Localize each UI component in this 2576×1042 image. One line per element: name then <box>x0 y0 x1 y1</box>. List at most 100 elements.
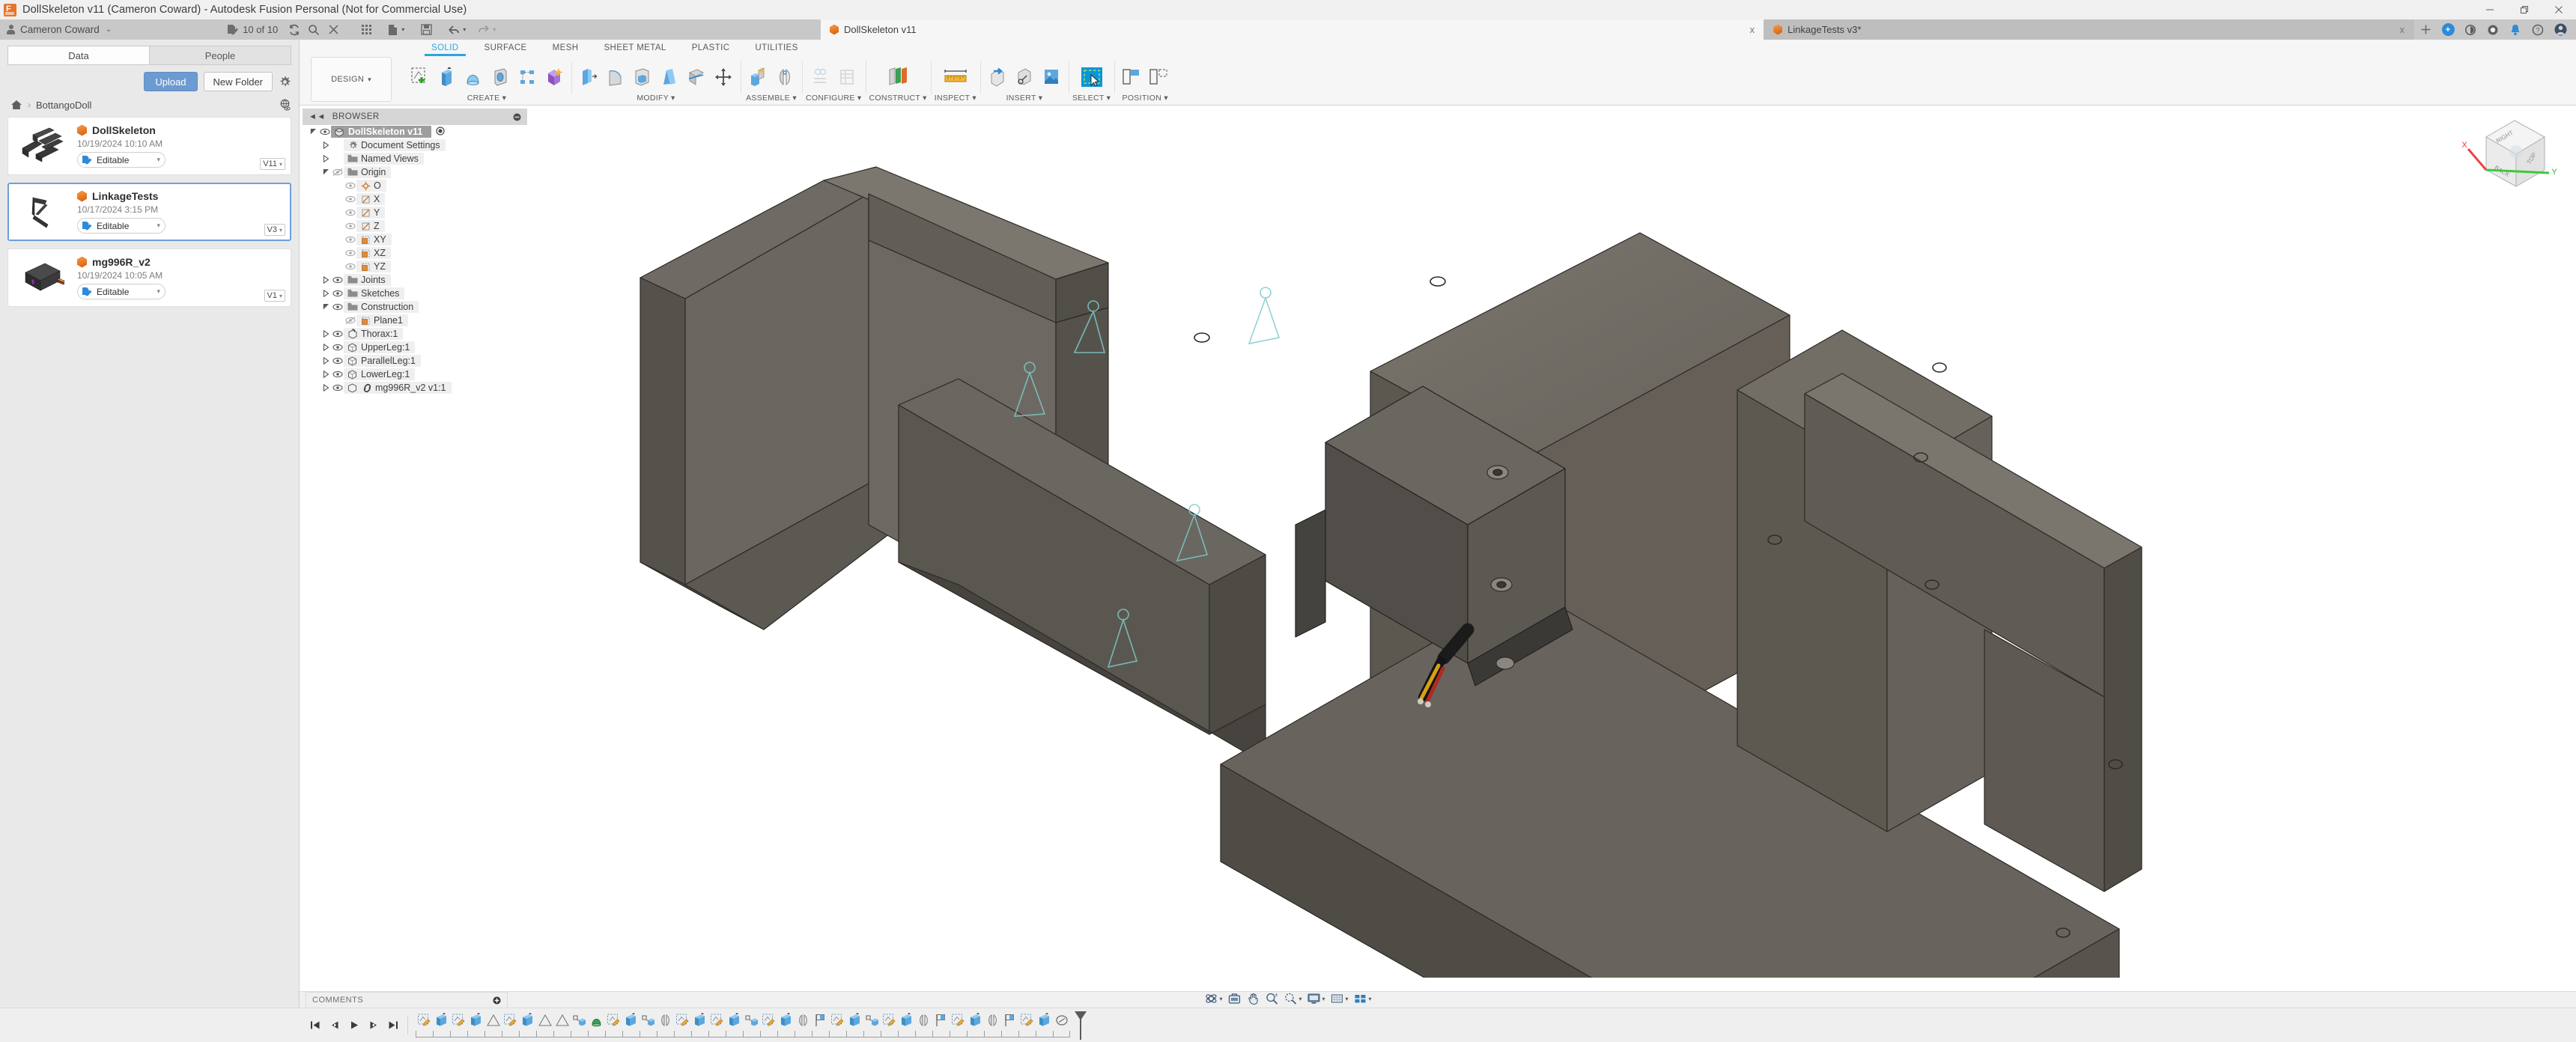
status-badge[interactable]: Editable ▾ <box>77 218 165 234</box>
list-item[interactable]: DollSkeleton 10/19/2024 10:10 AM Editabl… <box>7 117 291 175</box>
timeline-feature-9[interactable] <box>571 1011 588 1030</box>
press-pull-icon[interactable] <box>577 62 601 92</box>
expand-triangle-icon[interactable] <box>321 155 331 162</box>
timeline-feature-4[interactable] <box>484 1011 502 1030</box>
expand-triangle-icon[interactable] <box>321 371 331 378</box>
timeline-track[interactable] <box>416 1008 1087 1042</box>
timeline-feature-5[interactable] <box>502 1011 519 1030</box>
configuration-table-icon[interactable] <box>835 62 859 92</box>
timeline-feature-27[interactable] <box>881 1011 898 1030</box>
document-tab-close-icon[interactable]: x <box>2370 24 2405 35</box>
timeline-feature-12[interactable] <box>622 1011 640 1030</box>
timeline-feature-8[interactable] <box>553 1011 571 1030</box>
fit-icon[interactable]: ▾ <box>1281 990 1304 1007</box>
position-copy-icon[interactable] <box>1146 62 1170 92</box>
save-icon[interactable] <box>416 19 436 40</box>
timeline-feature-17[interactable] <box>708 1011 726 1030</box>
tree-node-joints[interactable]: Joints <box>303 273 527 287</box>
timeline-feature-24[interactable] <box>829 1011 846 1030</box>
visibility-eye-icon[interactable] <box>344 181 356 190</box>
tree-node-thorax-1[interactable]: Thorax:1 <box>303 327 527 341</box>
timeline-feature-7[interactable] <box>536 1011 553 1030</box>
orbit-icon[interactable]: ▾ <box>1202 990 1224 1007</box>
align-icon[interactable] <box>1120 62 1143 92</box>
restore-button[interactable] <box>2507 0 2542 19</box>
visibility-eye-icon[interactable] <box>344 208 356 217</box>
tree-node-x[interactable]: X <box>303 192 527 206</box>
refresh-icon[interactable] <box>285 19 304 40</box>
model-3d-view[interactable] <box>300 106 2576 978</box>
tree-node-plane1[interactable]: Plane1 <box>303 314 527 327</box>
avatar[interactable] <box>2549 19 2572 40</box>
timeline-feature-29[interactable] <box>915 1011 932 1030</box>
ribbon-tab-plastic[interactable]: PLASTIC <box>689 40 733 56</box>
list-item[interactable]: mg996R_v2 10/19/2024 10:05 AM Editable ▾ <box>7 249 291 307</box>
extensions-icon[interactable]: + <box>2437 19 2459 40</box>
tree-node-dollskeleton-v11[interactable]: DollSkeleton v11 <box>303 125 527 138</box>
list-item[interactable]: LinkageTests 10/17/2024 3:15 PM Editable… <box>7 183 291 241</box>
chevron-down-icon[interactable]: ▾ <box>1322 996 1325 1002</box>
play-icon[interactable] <box>347 1017 361 1034</box>
visibility-eye-icon[interactable] <box>331 168 344 177</box>
timeline-feature-15[interactable] <box>674 1011 691 1030</box>
jobs-status-button[interactable]: 10 of 10 <box>224 19 285 40</box>
timeline-feature-25[interactable] <box>846 1011 863 1030</box>
breadcrumb-folder[interactable]: BottangoDoll <box>36 100 91 111</box>
upload-button[interactable]: Upload <box>144 72 198 91</box>
new-sketch-icon[interactable] <box>407 62 431 92</box>
measure-icon[interactable] <box>939 62 972 92</box>
create-form-icon[interactable] <box>542 62 566 92</box>
collapse-left-icon[interactable]: ◄◄ <box>309 112 326 121</box>
account-menu[interactable]: Cameron Coward ⌄ <box>0 19 112 40</box>
visibility-eye-icon[interactable] <box>331 383 344 392</box>
redo-icon[interactable]: ▾ <box>475 19 499 40</box>
comments-panel-toggle[interactable]: COMMENTS <box>306 992 508 1008</box>
ribbon-tab-solid[interactable]: SOLID <box>425 40 465 56</box>
timeline-feature-35[interactable] <box>1018 1011 1036 1030</box>
timeline-feature-22[interactable] <box>795 1011 812 1030</box>
move-copy-icon[interactable] <box>711 62 735 92</box>
extrude-icon[interactable] <box>434 62 458 92</box>
timeline-feature-0[interactable] <box>416 1011 433 1030</box>
timeline-feature-1[interactable] <box>433 1011 450 1030</box>
display-settings-icon[interactable]: ▾ <box>1304 990 1327 1007</box>
tree-node-upperleg-1[interactable]: UpperLeg:1 <box>303 341 527 354</box>
gear-icon[interactable] <box>279 76 291 88</box>
activate-component-icon[interactable] <box>436 126 445 138</box>
ribbon-tab-sheet-metal[interactable]: SHEET METAL <box>601 40 669 56</box>
notifications-icon[interactable] <box>2504 19 2527 40</box>
tree-node-xz[interactable]: XZ <box>303 246 527 260</box>
visibility-eye-icon[interactable] <box>331 343 344 352</box>
search-icon[interactable] <box>304 19 323 40</box>
timeline-feature-10[interactable] <box>588 1011 605 1030</box>
split-face-icon[interactable] <box>684 62 708 92</box>
draft-icon[interactable] <box>657 62 681 92</box>
collapse-triangle-icon[interactable] <box>321 303 331 311</box>
ribbon-tab-mesh[interactable]: MESH <box>550 40 582 56</box>
sweep-icon[interactable] <box>488 62 512 92</box>
timeline-feature-14[interactable] <box>657 1011 674 1030</box>
new-document-icon[interactable]: ▾ <box>385 19 407 40</box>
version-badge[interactable]: V1 ▾ <box>264 290 285 302</box>
version-badge[interactable]: V3 ▾ <box>264 224 285 236</box>
visibility-eye-icon[interactable] <box>331 370 344 379</box>
visibility-eye-icon[interactable] <box>344 235 356 244</box>
timeline-feature-13[interactable] <box>640 1011 657 1030</box>
go-to-end-icon[interactable] <box>386 1017 400 1034</box>
timeline-feature-20[interactable] <box>760 1011 777 1030</box>
ribbon-tab-surface[interactable]: SURFACE <box>482 40 530 56</box>
collapse-triangle-icon[interactable] <box>309 128 318 135</box>
timeline-feature-11[interactable] <box>605 1011 622 1030</box>
close-panel-icon[interactable] <box>323 19 343 40</box>
canvas-icon[interactable] <box>1039 62 1063 92</box>
help-icon[interactable]: ? <box>2527 19 2549 40</box>
timeline-feature-32[interactable] <box>967 1011 984 1030</box>
tab-people[interactable]: People <box>150 46 291 65</box>
joint-icon[interactable] <box>773 62 797 92</box>
tab-data[interactable]: Data <box>7 46 150 65</box>
timeline-feature-3[interactable] <box>467 1011 484 1030</box>
timeline-feature-33[interactable] <box>984 1011 1001 1030</box>
status-badge[interactable]: Editable ▾ <box>77 284 165 299</box>
rectangular-pattern-icon[interactable] <box>515 62 539 92</box>
select-window-icon[interactable] <box>1077 62 1107 92</box>
